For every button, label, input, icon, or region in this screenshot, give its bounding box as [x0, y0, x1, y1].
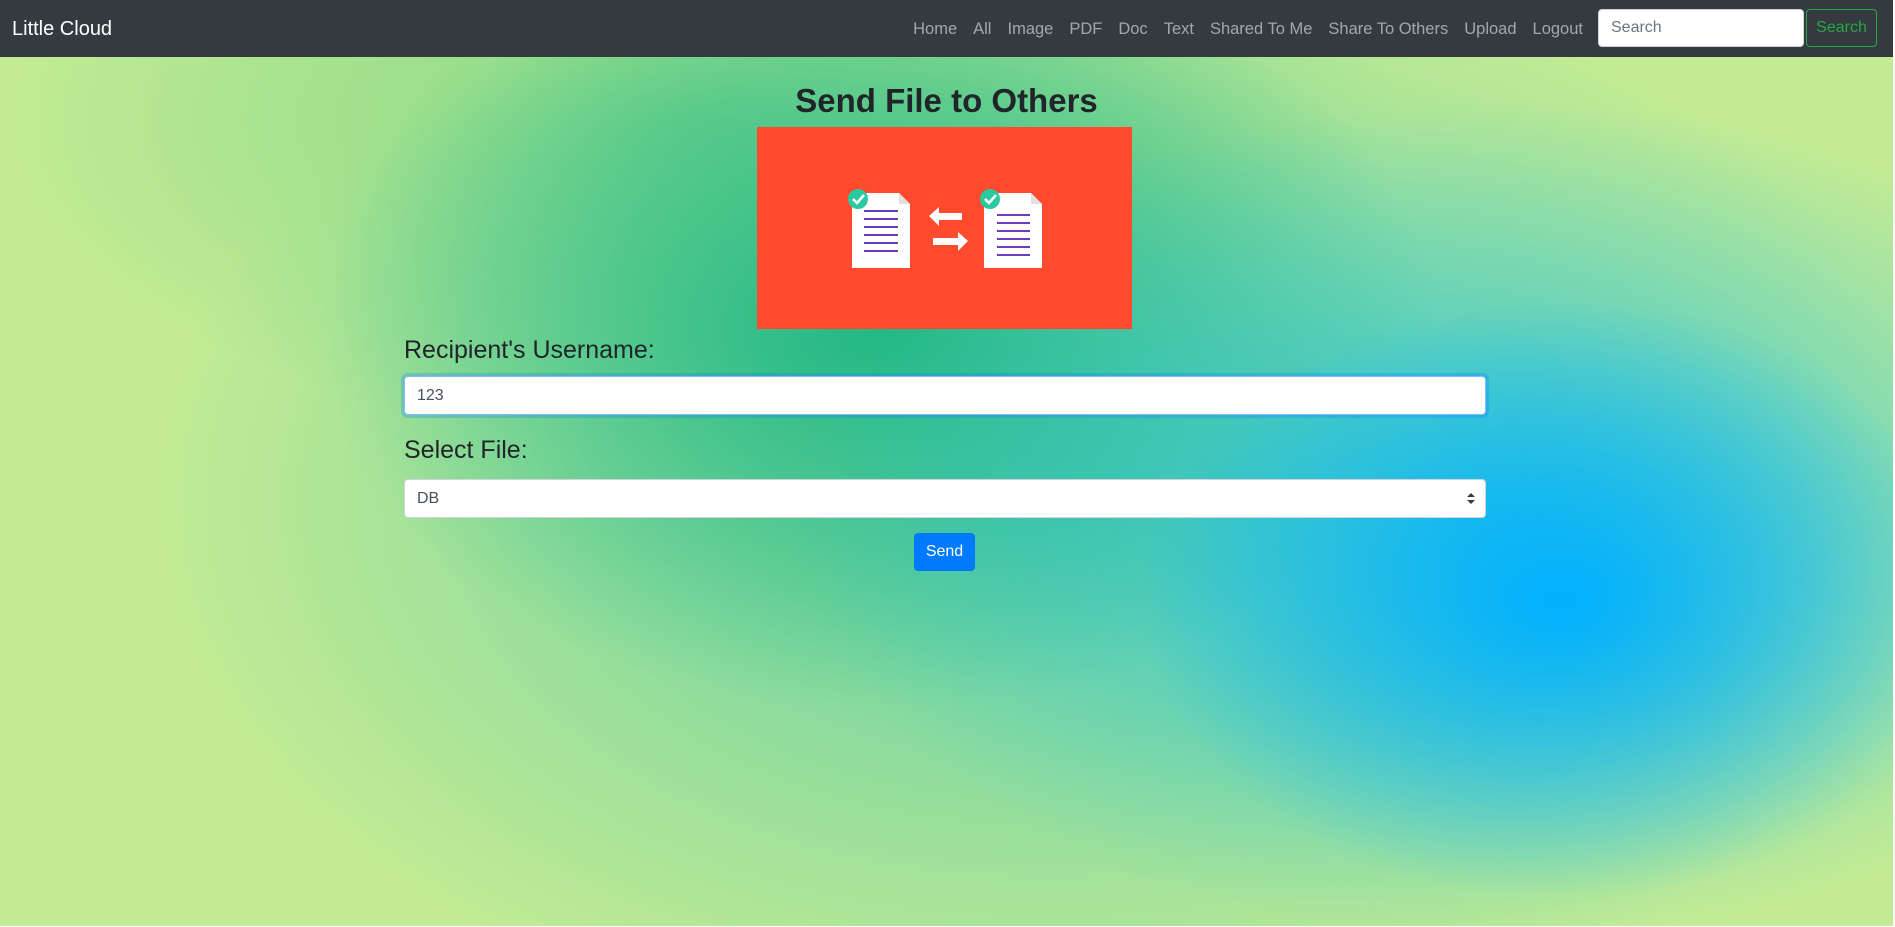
file-select-value: DB	[417, 490, 440, 507]
swap-arrows-icon	[929, 207, 968, 251]
select-file-label: Select File:	[404, 436, 528, 464]
nav-links: Home All Image PDF Doc Text Shared To Me…	[905, 19, 1591, 39]
file-select[interactable]: DB	[404, 479, 1486, 518]
nav-link-pdf[interactable]: PDF	[1061, 19, 1110, 39]
file-transfer-banner	[757, 127, 1132, 329]
recipient-label: Recipient's Username:	[404, 336, 655, 364]
select-updown-icon	[1467, 493, 1475, 504]
brand-logo[interactable]: Little Cloud	[12, 17, 112, 41]
send-button[interactable]: Send	[914, 533, 975, 571]
search-button[interactable]: Search	[1806, 9, 1877, 47]
page-title: Send File to Others	[795, 82, 1098, 119]
navbar: Little Cloud Home All Image PDF Doc Text…	[0, 0, 1893, 57]
check-icon-left	[848, 189, 868, 209]
search-input[interactable]	[1598, 9, 1804, 47]
nav-link-shared-to-me[interactable]: Shared To Me	[1202, 19, 1320, 39]
nav-link-upload[interactable]: Upload	[1456, 19, 1524, 39]
nav-link-text[interactable]: Text	[1156, 19, 1202, 39]
recipient-username-input[interactable]	[404, 376, 1486, 415]
nav-link-logout[interactable]: Logout	[1525, 19, 1591, 39]
nav-link-home[interactable]: Home	[905, 19, 965, 39]
nav-link-all[interactable]: All	[965, 19, 999, 39]
nav-link-share-to-others[interactable]: Share To Others	[1320, 19, 1456, 39]
file-transfer-icon	[848, 189, 1042, 268]
nav-link-image[interactable]: Image	[999, 19, 1061, 39]
check-icon-right	[980, 189, 1000, 209]
nav-link-doc[interactable]: Doc	[1110, 19, 1155, 39]
